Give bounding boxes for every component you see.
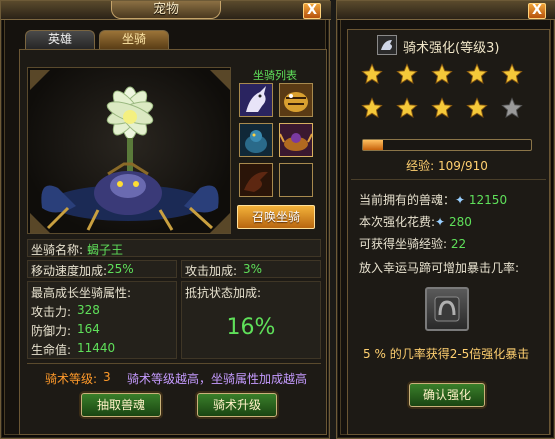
riding-upgrade-button[interactable]: 骑术升级 xyxy=(197,393,277,417)
cost-label: 本次强化花费: xyxy=(359,215,436,229)
mount-slot-4[interactable] xyxy=(279,123,313,157)
riding-divider xyxy=(351,179,546,180)
star-filled-icon xyxy=(396,97,418,118)
soul-icon: ✦ xyxy=(455,193,466,207)
cost-row: 本次强化花费:✦ 280 xyxy=(359,213,472,230)
star-filled-icon xyxy=(361,97,383,118)
mount-slot-3[interactable] xyxy=(239,123,273,157)
star-filled-icon xyxy=(361,63,383,84)
extract-soul-button[interactable]: 抽取兽魂 xyxy=(81,393,161,417)
exp-label: 经验: xyxy=(406,159,435,173)
defense-value: 164 xyxy=(77,322,100,336)
riding-window-titlebar[interactable] xyxy=(337,1,555,20)
mount-slot-2[interactable] xyxy=(279,83,313,117)
horseshoe-icon xyxy=(434,296,460,322)
hp-label: 生命值: xyxy=(31,343,72,357)
crit-pct-suffix: % xyxy=(374,347,386,361)
unicorn-mount-icon xyxy=(240,84,272,116)
tiger-mount-icon xyxy=(280,84,312,116)
mount-slot-1[interactable] xyxy=(239,83,273,117)
exp-bar-fill xyxy=(363,140,384,150)
move-speed-label: 移动速度加成: xyxy=(31,264,108,278)
gain-exp-label: 可获得坐骑经验: xyxy=(359,237,448,251)
star-filled-icon xyxy=(466,63,488,84)
gain-exp-row: 可获得坐骑经验: 22 xyxy=(359,235,466,252)
mount-name-value: 蝎子王 xyxy=(87,243,124,257)
crit-text: 的几率获得2-5倍强化暴击 xyxy=(389,347,530,361)
soul-icon: ✦ xyxy=(435,215,446,229)
mount-model-image xyxy=(30,70,230,233)
pet-window-close-button[interactable]: X xyxy=(303,3,321,19)
star-empty-icon xyxy=(501,97,523,118)
current-soul-row: 当前拥有的兽魂：✦ 12150 xyxy=(359,191,507,208)
move-speed-value: 25% xyxy=(107,262,134,276)
mount-slot-5[interactable] xyxy=(239,163,273,197)
attack-power-label: 攻击力: xyxy=(31,305,72,319)
riding-title: 骑术强化(等级3) xyxy=(403,41,500,56)
riding-enhance-window: X 骑术强化(等级3) 经验: 109/910 当前拥有的兽魂：✦ 12150 … xyxy=(336,0,555,439)
dragon-mount-icon xyxy=(240,164,272,196)
summon-mount-button[interactable]: 召唤坐骑 xyxy=(237,205,315,229)
riding-window-close-button[interactable]: X xyxy=(528,3,546,19)
mount-list-title: 坐骑列表 xyxy=(253,69,297,82)
resist-value: 16% xyxy=(226,315,276,340)
pet-window: 宠物 X 英雄 坐骑 坐骑列表 召唤坐骑 坐骑名称: 蝎子王 移动速度加成: 2… xyxy=(0,0,331,439)
star-filled-icon xyxy=(431,63,453,84)
riding-stars xyxy=(361,63,541,125)
star-filled-icon xyxy=(466,97,488,118)
hp-value: 11440 xyxy=(77,341,116,355)
riding-skill-icon xyxy=(377,35,397,55)
mount-slot-6-empty[interactable] xyxy=(279,163,313,197)
lucky-hint: 放入幸运马蹄可增加暴击几率: xyxy=(359,261,520,275)
mount-preview xyxy=(27,67,231,234)
scorpion-king-mount-icon xyxy=(280,124,312,156)
lucky-horseshoe-slot[interactable] xyxy=(425,287,469,331)
cost-value: 280 xyxy=(448,215,472,229)
attack-bonus-label: 攻击加成: xyxy=(185,264,238,278)
mount-name-label: 坐骑名称: xyxy=(31,243,84,257)
tab-mount[interactable]: 坐骑 xyxy=(99,30,169,49)
max-growth-label: 最高成长坐骑属性: xyxy=(31,286,132,300)
crit-row: 5 % 的几率获得2-5倍强化暴击 xyxy=(363,345,529,362)
pet-window-title: 宠物 xyxy=(111,1,221,19)
star-filled-icon xyxy=(431,97,453,118)
riding-level-value: 3 xyxy=(103,370,111,384)
tab-hero[interactable]: 英雄 xyxy=(25,30,95,49)
star-filled-icon xyxy=(501,63,523,84)
riding-level-label: 骑术等级: xyxy=(45,372,98,386)
gain-exp-value: 22 xyxy=(450,237,467,251)
confirm-enhance-button[interactable]: 确认强化 xyxy=(409,383,485,407)
star-filled-icon xyxy=(396,63,418,84)
current-soul-label: 当前拥有的兽魂： xyxy=(359,193,456,207)
riding-level-hint: 骑术等级越高，坐骑属性加成越高 xyxy=(127,372,308,386)
attack-bonus-value: 3% xyxy=(243,262,263,276)
crit-pct: 5 xyxy=(363,347,371,361)
bottom-divider xyxy=(27,363,321,364)
exp-value: 109/910 xyxy=(438,159,488,173)
exp-text-row: 经验: 109/910 xyxy=(362,157,532,174)
exp-bar xyxy=(362,139,532,151)
attack-power-value: 328 xyxy=(77,303,100,317)
resist-label: 抵抗状态加成: xyxy=(185,286,262,300)
current-soul-value: 12150 xyxy=(468,193,508,207)
defense-label: 防御力: xyxy=(31,324,72,338)
beast-mount-icon xyxy=(240,124,272,156)
